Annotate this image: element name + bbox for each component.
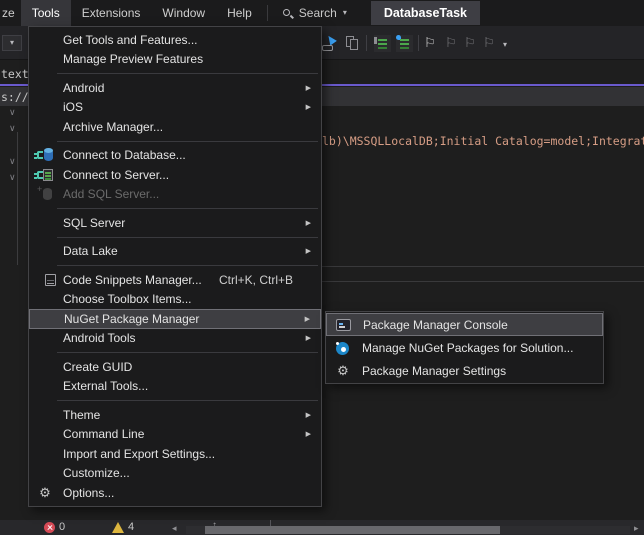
editor-clipped-line-2: s://v (1, 90, 28, 104)
decrease-indent-button[interactable] (374, 35, 391, 52)
menubar-item-analyze-clipped[interactable]: ze (0, 0, 21, 26)
menu-item-external-tools[interactable]: External Tools... (29, 377, 321, 397)
menu-item-choose-toolbox-items[interactable]: Choose Toolbox Items... (29, 290, 321, 310)
nuget-submenu: Package Manager Console Manage NuGet Pac… (325, 311, 604, 384)
menu-separator (57, 141, 318, 142)
menu-item-code-snippets-manager[interactable]: Code Snippets Manager... Ctrl+K, Ctrl+B (29, 270, 321, 290)
submenu-arrow-icon: ▶ (306, 247, 311, 255)
submenu-arrow-icon: ▶ (306, 430, 311, 438)
scroll-right-icon[interactable]: ▸ (634, 523, 639, 533)
warning-icon[interactable] (112, 522, 124, 533)
menu-separator (57, 237, 318, 238)
gear-icon: ⚙ (36, 485, 54, 501)
menubar-item-extensions[interactable]: Extensions (71, 0, 152, 26)
toolbar-overflow-icon[interactable]: ▾ (503, 41, 507, 49)
submenu-arrow-icon: ▶ (306, 84, 311, 92)
menu-item-data-lake[interactable]: Data Lake▶ (29, 242, 321, 262)
warning-count[interactable]: 4 (128, 521, 134, 533)
connect-database-icon (36, 147, 54, 163)
menu-item-add-sql-server: + Add SQL Server... (29, 185, 321, 205)
submenu-arrow-icon: ▶ (306, 219, 311, 227)
menubar-separator (267, 5, 268, 21)
tools-menu: Get Tools and Features... Manage Preview… (28, 26, 322, 507)
menu-item-android-tools[interactable]: Android Tools▶ (29, 329, 321, 349)
toggle-bookmark-icon[interactable]: ⚐ (424, 34, 436, 51)
menu-separator (57, 208, 318, 209)
gear-icon: ⚙ (334, 363, 352, 379)
menu-item-connect-to-server[interactable]: Connect to Server... (29, 165, 321, 185)
search-icon (282, 8, 293, 19)
toolbar-separator (366, 35, 367, 51)
fold-chevron-icon[interactable]: ∨ (9, 124, 16, 133)
error-count[interactable]: 0 (59, 521, 65, 533)
menu-item-create-guid[interactable]: Create GUID (29, 357, 321, 377)
error-icon[interactable] (44, 522, 55, 533)
chevron-down-icon: ▾ (10, 39, 14, 47)
menubar-item-window[interactable]: Window (151, 0, 216, 26)
submenu-arrow-icon: ▶ (306, 411, 311, 419)
submenu-arrow-icon: ▶ (305, 315, 310, 323)
search-label: Search (299, 6, 337, 20)
scroll-left-icon[interactable]: ◂ (172, 523, 177, 533)
connection-string-code: lb)\MSSQLLocalDB;Initial Catalog=model;I… (322, 134, 644, 148)
menu-item-connect-to-database[interactable]: Connect to Database... (29, 146, 321, 166)
submenu-item-manage-nuget-packages-for-solution[interactable]: Manage NuGet Packages for Solution... (326, 336, 603, 359)
menu-separator (57, 400, 318, 401)
editor-clipped-line-1: text (1, 67, 28, 81)
fold-chevron-icon[interactable]: ∨ (9, 108, 16, 117)
pane-divider (322, 266, 644, 267)
menu-item-theme[interactable]: Theme▶ (29, 405, 321, 425)
menu-item-ios[interactable]: iOS▶ (29, 98, 321, 118)
vs-window: text s://v ∨ ∨ ∨ ∨ lb)\MSSQLLocalDB;Init… (0, 0, 644, 535)
horizontal-scrollbar[interactable] (186, 526, 630, 534)
submenu-arrow-icon: ▶ (306, 103, 311, 111)
console-icon (335, 317, 353, 333)
next-bookmark-icon[interactable]: ⚐ (464, 34, 476, 51)
scrollbar-thumb[interactable] (205, 526, 500, 534)
window-title: DatabaseTask (371, 1, 480, 25)
menu-item-import-and-export-settings[interactable]: Import and Export Settings... (29, 444, 321, 464)
select-element-button[interactable] (322, 35, 339, 52)
shortcut-label: Ctrl+K, Ctrl+B (219, 273, 293, 287)
menu-item-options[interactable]: ⚙ Options... (29, 483, 321, 503)
menu-item-archive-manager[interactable]: Archive Manager... (29, 117, 321, 137)
fold-chevron-icon[interactable]: ∨ (9, 157, 16, 166)
menu-item-android[interactable]: Android▶ (29, 78, 321, 98)
menu-item-customize[interactable]: Customize... (29, 464, 321, 484)
menu-item-command-line[interactable]: Command Line▶ (29, 425, 321, 445)
pane-divider (322, 281, 644, 282)
chevron-down-icon: ▾ (343, 9, 347, 17)
submenu-arrow-icon: ▶ (306, 334, 311, 342)
menu-separator (57, 265, 318, 266)
previous-bookmark-icon[interactable]: ⚐ (445, 34, 457, 51)
menu-item-manage-preview-features[interactable]: Manage Preview Features (29, 50, 321, 70)
nuget-icon (334, 340, 352, 356)
menu-item-sql-server[interactable]: SQL Server▶ (29, 213, 321, 233)
connect-server-icon (36, 167, 54, 183)
menubar: ze Tools Extensions Window Help Search ▾… (0, 0, 644, 26)
add-sql-server-icon: + (36, 186, 54, 202)
status-bar: 0 4 ↑ ◂ ▸ (0, 520, 644, 535)
menubar-item-tools[interactable]: Tools (21, 0, 71, 26)
search-control[interactable]: Search ▾ (272, 0, 357, 26)
code-snippets-icon (36, 272, 54, 288)
submenu-item-package-manager-console[interactable]: Package Manager Console (326, 313, 603, 336)
toolbar-combobox[interactable]: ▾ (2, 35, 22, 51)
menu-item-get-tools-and-features[interactable]: Get Tools and Features... (29, 30, 321, 50)
fold-chevron-icon[interactable]: ∨ (9, 173, 16, 182)
menu-separator (57, 352, 318, 353)
menu-separator (57, 73, 318, 74)
menu-item-nuget-package-manager[interactable]: NuGet Package Manager▶ (29, 309, 321, 329)
indent-guide (17, 132, 18, 265)
copy-button[interactable] (344, 35, 361, 52)
toolbar-separator (418, 35, 419, 51)
submenu-item-package-manager-settings[interactable]: ⚙ Package Manager Settings (326, 359, 603, 382)
clear-bookmarks-icon[interactable]: ⚐ (483, 34, 495, 51)
increase-indent-button[interactable] (396, 35, 413, 52)
menubar-item-help[interactable]: Help (216, 0, 263, 26)
